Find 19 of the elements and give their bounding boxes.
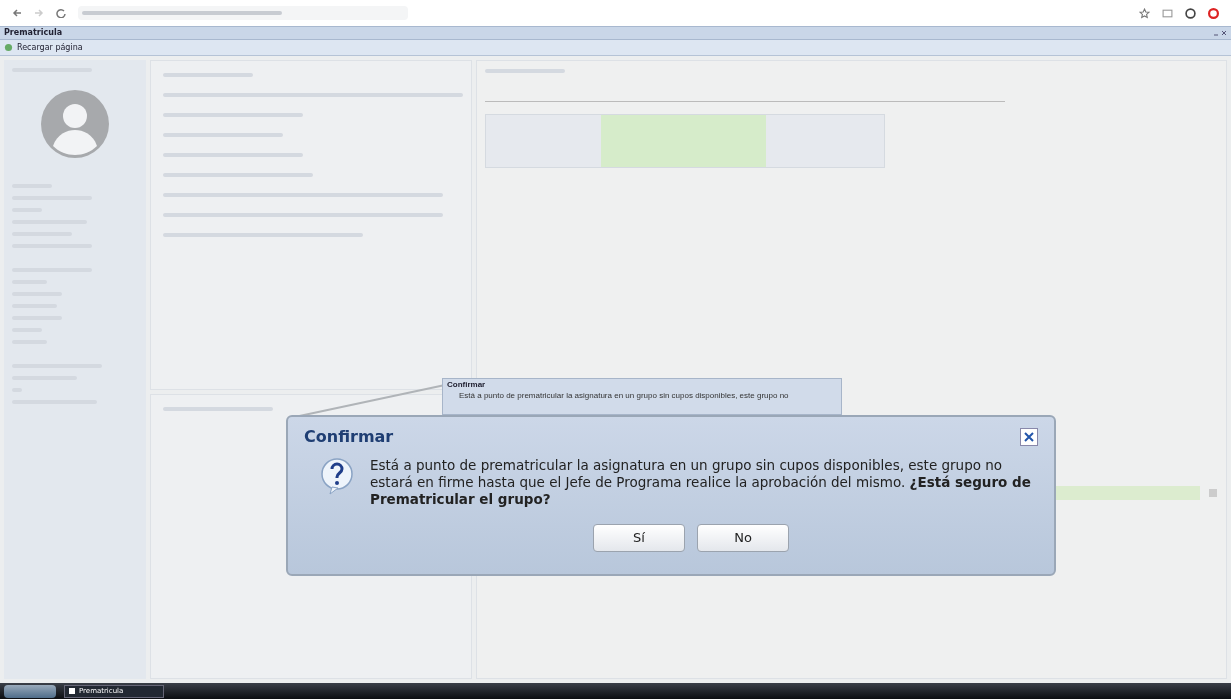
dialog-title: Confirmar: [304, 426, 394, 448]
small-dialog-message: Está a punto de prematricular la asignatura en un grupo sin cupos disponibles, este grupo no: [459, 392, 790, 400]
question-icon: [320, 457, 354, 495]
address-field[interactable]: [78, 6, 408, 20]
start-button[interactable]: [4, 684, 56, 698]
yes-button[interactable]: Sí: [593, 524, 685, 552]
schedule-cell[interactable]: [601, 115, 766, 167]
window-controls-icon[interactable]: [1213, 29, 1227, 37]
star-icon[interactable]: [1139, 7, 1150, 19]
close-icon: [1024, 432, 1034, 442]
avatar-icon: [39, 88, 111, 160]
no-button[interactable]: No: [697, 524, 789, 552]
window-title: Prematricula: [4, 29, 63, 37]
reload-page-button[interactable]: Recargar página: [4, 43, 83, 52]
back-icon[interactable]: [12, 8, 22, 18]
dialog-message: Está a punto de prematricular la asignatura en un grupo sin cupos disponibles, este grupo no estará en firme hasta que el Jefe de Programa realice la aprobación del mismo. ¿Está seguro de Prematricular el grupo?: [370, 457, 1032, 508]
close-button[interactable]: [1020, 428, 1038, 446]
small-dialog-title: Confirmar: [447, 381, 487, 389]
reload-icon[interactable]: [56, 8, 66, 18]
